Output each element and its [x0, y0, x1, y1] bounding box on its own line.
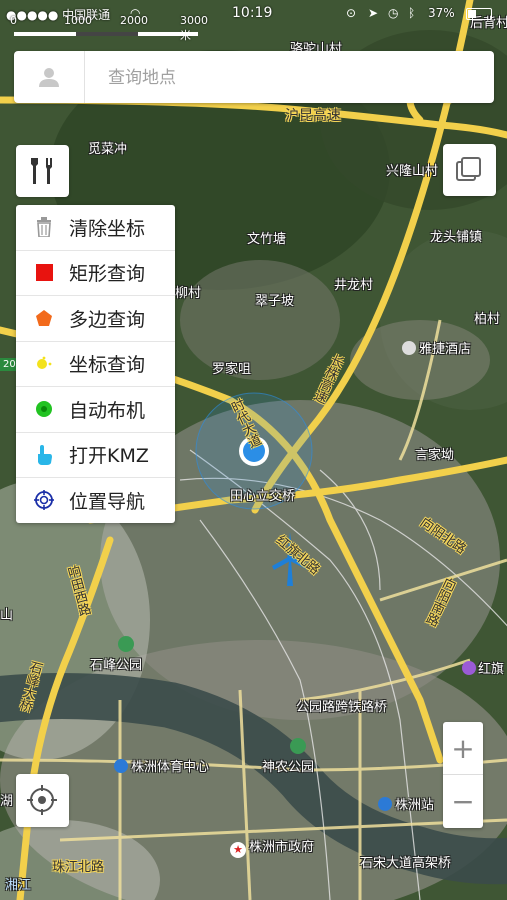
- scale-tick: 2000: [120, 14, 148, 27]
- map-label-interchange: 田心立交桥: [230, 489, 296, 504]
- map-label-edge: 山: [0, 608, 14, 623]
- orange-pentagon-icon: [33, 307, 55, 329]
- zoom-control: + −: [443, 722, 483, 828]
- map-label-village: 柳村: [175, 286, 202, 301]
- poi-icon: [462, 661, 476, 675]
- hotel-icon: [402, 341, 416, 355]
- hand-pointer-icon: [33, 444, 55, 466]
- map-label-station: 株洲站: [378, 794, 434, 813]
- map-label-town: 龙头铺镇: [430, 230, 483, 245]
- menu-item-label: 多边查询: [69, 308, 146, 331]
- map-label-bridge: 石宋大道高架桥: [360, 856, 452, 871]
- zoom-out-button[interactable]: −: [443, 775, 483, 827]
- scale-bar: 0 1000 2000 3000 米: [10, 14, 208, 42]
- menu-item-rectangle-query[interactable]: 矩形查询: [16, 251, 175, 296]
- menu-item-location-navigation[interactable]: 位置导航: [16, 478, 175, 523]
- navigation-target-icon: [33, 489, 55, 511]
- layers-icon: [456, 157, 481, 181]
- red-square-icon: [33, 262, 55, 284]
- zoom-in-button[interactable]: +: [443, 722, 483, 775]
- menu-item-label: 自动布机: [69, 399, 146, 422]
- tool-menu: 清除坐标 矩形查询 多边查询 坐标查询 自动布机 打开KMZ 位置导航: [16, 205, 175, 523]
- menu-item-label: 位置导航: [69, 490, 146, 513]
- map-label-poi: 红旗: [462, 658, 504, 677]
- map-label-hotel: 雅捷酒店: [402, 338, 471, 357]
- map-label-government: ★ 株洲市政府: [230, 836, 314, 858]
- map-label-stadium: 株洲体育中心: [114, 756, 209, 775]
- menu-item-label: 打开KMZ: [69, 445, 149, 468]
- menu-item-coordinate-query[interactable]: 坐标查询: [16, 342, 175, 387]
- park-icon: [118, 636, 134, 652]
- stadium-icon: [114, 759, 128, 773]
- battery-percent: 37%: [428, 6, 455, 20]
- map-label-park: 神农公园: [262, 738, 314, 775]
- lock-rotation-icon: ⊙: [346, 6, 357, 20]
- tools-button[interactable]: [16, 145, 69, 197]
- search-bar: [14, 51, 494, 103]
- location-arrow-icon: ➤: [368, 6, 379, 20]
- search-input[interactable]: [106, 63, 490, 93]
- map-label-village: 翠子坡: [255, 294, 295, 309]
- user-icon: [39, 68, 59, 87]
- bluetooth-icon: ᛒ: [408, 6, 416, 20]
- station-icon: [378, 797, 392, 811]
- user-avatar-button[interactable]: [14, 51, 85, 103]
- map-label-village: 文竹塘: [247, 232, 287, 247]
- menu-item-label: 清除坐标: [69, 217, 146, 240]
- scale-tick: 0: [10, 14, 17, 27]
- yellow-pin-icon: [33, 353, 55, 375]
- scale-bar-segments: [14, 32, 198, 36]
- map-label-village: 言家坳: [415, 448, 455, 463]
- map-label-village: 觅菜冲: [88, 142, 128, 157]
- menu-item-label: 矩形查询: [69, 263, 146, 286]
- map-label-park: 石峰公园: [90, 636, 142, 673]
- green-dot-icon: [33, 398, 55, 420]
- map-label-village: 罗家咀: [212, 362, 252, 377]
- battery-icon: [466, 8, 492, 20]
- tools-icon: [31, 158, 52, 184]
- scale-tick: 1000: [64, 14, 92, 27]
- park-icon: [290, 738, 306, 754]
- map-label-village: 柏村: [474, 312, 501, 327]
- locate-button[interactable]: [16, 774, 69, 827]
- menu-item-auto-deploy[interactable]: 自动布机: [16, 387, 175, 433]
- map-label-village: 井龙村: [334, 278, 374, 293]
- menu-item-label: 坐标查询: [69, 354, 146, 377]
- menu-item-clear-coordinates[interactable]: 清除坐标: [16, 205, 175, 251]
- clock: 10:19: [232, 5, 273, 21]
- map-label-bridge: 公园路跨铁路桥: [296, 700, 388, 715]
- layers-button[interactable]: [443, 144, 496, 196]
- map-label-village: 兴隆山村: [386, 164, 439, 179]
- scale-tick: 3000 米: [180, 14, 208, 42]
- trash-icon: [33, 216, 55, 238]
- menu-item-polygon-query[interactable]: 多边查询: [16, 296, 175, 342]
- government-icon: ★: [230, 842, 246, 858]
- map-label-edge: 湖: [0, 794, 14, 809]
- map-label-highway: 沪昆高速: [285, 108, 341, 124]
- map-label-road: 珠江北路: [52, 860, 105, 875]
- crosshair-icon: [27, 785, 57, 815]
- menu-item-open-kmz[interactable]: 打开KMZ: [16, 433, 175, 478]
- map-label-river: 湘江: [5, 878, 32, 893]
- alarm-icon: ◷: [388, 6, 399, 20]
